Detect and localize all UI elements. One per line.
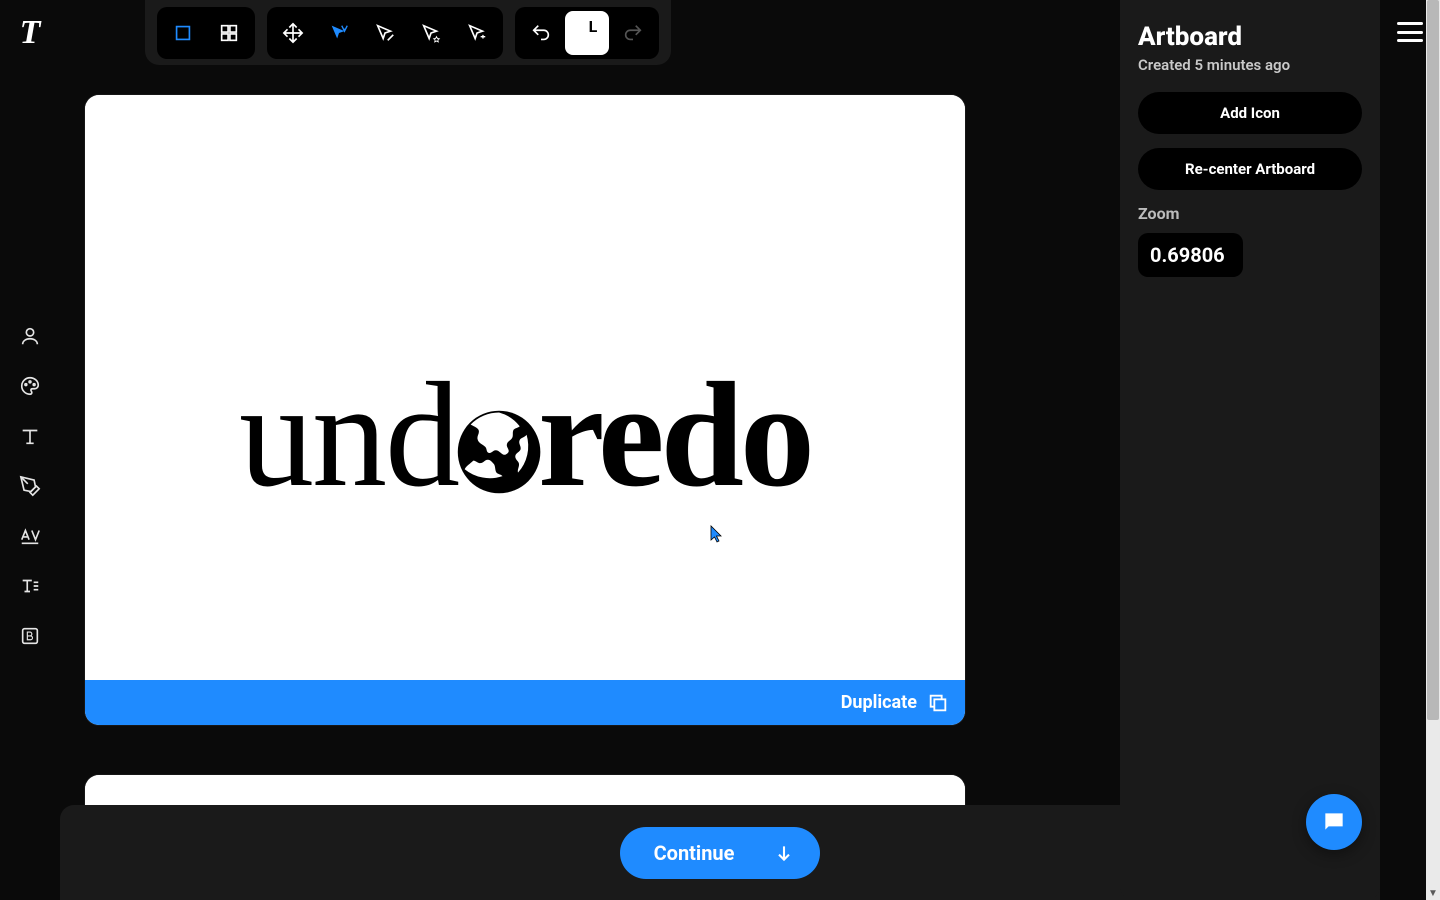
type-icon[interactable] <box>16 422 44 450</box>
zoom-label: Zoom <box>1138 204 1362 223</box>
duplicate-label: Duplicate <box>841 692 917 713</box>
chat-fab[interactable] <box>1306 794 1362 850</box>
zoom-input[interactable] <box>1138 233 1243 277</box>
text-effects-icon[interactable] <box>16 572 44 600</box>
move-tool-button[interactable] <box>271 11 315 55</box>
top-toolbar: L <box>145 0 671 65</box>
menu-button[interactable] <box>1397 22 1423 42</box>
duplicate-button[interactable]: Duplicate <box>85 680 965 725</box>
artboard-stack: und redo Duplicate <box>85 95 965 900</box>
brand-icon[interactable] <box>16 622 44 650</box>
continue-button[interactable]: Continue <box>620 827 821 879</box>
layers-button[interactable]: L <box>565 11 609 55</box>
redo-button[interactable] <box>611 11 655 55</box>
canvas-cursor-icon <box>710 525 724 543</box>
palette-icon[interactable] <box>16 372 44 400</box>
sidebar-left: T <box>0 0 60 900</box>
properties-panel: Artboard Created 5 minutes ago Add Icon … <box>1120 0 1380 900</box>
globe-icon <box>456 409 542 495</box>
artboard-surface[interactable]: und redo <box>85 95 965 680</box>
app-logo[interactable]: T <box>20 14 41 52</box>
recenter-button[interactable]: Re-center Artboard <box>1138 148 1362 190</box>
cursor-slash-tool-button[interactable] <box>363 11 407 55</box>
logo-text-bold: redo <box>538 360 811 510</box>
kerning-icon[interactable] <box>16 522 44 550</box>
side-tool-list <box>16 322 44 650</box>
chat-icon <box>1321 809 1347 835</box>
select-type-tool-button[interactable] <box>317 11 361 55</box>
arrow-down-icon <box>774 843 794 863</box>
user-icon[interactable] <box>16 322 44 350</box>
scroll-thumb[interactable] <box>1427 0 1439 720</box>
layers-letter: L <box>589 17 598 36</box>
panel-subtitle: Created 5 minutes ago <box>1138 56 1362 74</box>
cursor-align-tool-button[interactable] <box>455 11 499 55</box>
undo-button[interactable] <box>519 11 563 55</box>
grid-view-button[interactable] <box>207 11 251 55</box>
pen-icon[interactable] <box>16 472 44 500</box>
add-icon-button[interactable]: Add Icon <box>1138 92 1362 134</box>
scroll-down-icon[interactable]: ▼ <box>1426 886 1440 900</box>
single-view-button[interactable] <box>161 11 205 55</box>
window-scrollbar[interactable]: ▲ ▼ <box>1426 0 1440 900</box>
panel-title: Artboard <box>1138 22 1362 52</box>
continue-label: Continue <box>654 841 735 865</box>
logo-text-thin: und <box>239 360 458 510</box>
view-mode-group <box>157 7 255 59</box>
logo-render[interactable]: und redo <box>239 360 811 510</box>
cursor-star-tool-button[interactable] <box>409 11 453 55</box>
history-group: L <box>515 7 659 59</box>
artboard-card[interactable]: und redo Duplicate <box>85 95 965 725</box>
duplicate-icon <box>927 692 949 714</box>
cursor-tool-group <box>267 7 503 59</box>
